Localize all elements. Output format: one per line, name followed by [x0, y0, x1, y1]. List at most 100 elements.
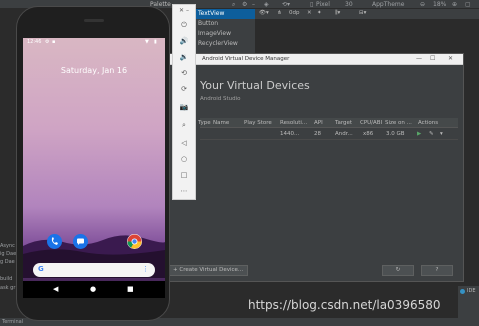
infer-constraints-icon[interactable]: ✦ — [317, 10, 322, 16]
refresh-icon: ↻ — [395, 267, 401, 273]
search-icon[interactable]: ⌕ — [232, 1, 235, 9]
log-line-5: ask gr — [0, 285, 16, 291]
col-resolution[interactable]: Resoluti... — [280, 120, 307, 126]
palette-item-textview[interactable]: TextView — [195, 9, 255, 19]
avd-device-table: Type Name Play Store Resoluti... API Tar… — [198, 118, 458, 146]
col-actions[interactable]: Actions — [418, 120, 438, 126]
window-close-icon[interactable]: ✕ — [448, 55, 453, 62]
log-line-1: Async — [0, 243, 15, 249]
info-icon — [460, 289, 465, 294]
create-virtual-device-button[interactable]: + Create Virtual Device... — [168, 265, 249, 276]
cell-cpu: x86 — [363, 131, 374, 137]
col-target[interactable]: Target — [335, 120, 352, 126]
pack-icon[interactable]: ⫼▾ — [335, 10, 340, 17]
help-button[interactable]: ? — [421, 265, 453, 276]
volume-down-icon[interactable]: 🔉 — [173, 53, 195, 61]
magnet-icon[interactable]: ⋔ — [277, 10, 282, 16]
palette-item-imageview[interactable]: ImageView — [195, 29, 255, 39]
zoom-icon[interactable]: ⌕ — [173, 121, 195, 130]
rotate-right-icon[interactable]: ⟳ — [173, 85, 195, 93]
col-name[interactable]: Name — [213, 120, 229, 126]
nav-back-button[interactable]: ◀ — [53, 285, 58, 293]
sim-status-icon: ▪ — [52, 39, 56, 45]
device-selector[interactable]: Pixel — [316, 1, 330, 8]
cell-size: 3.0 GB — [386, 131, 405, 137]
orientation-icon[interactable]: ⟲▾ — [282, 1, 290, 8]
back-icon[interactable]: ◁ — [173, 139, 195, 147]
avd-title-bar: Android Virtual Device Manager — ☐ ✕ — [166, 54, 463, 65]
messages-app-icon[interactable] — [73, 234, 88, 249]
zoom-in-icon[interactable]: ⊕ — [452, 1, 457, 8]
api-selector[interactable]: 30 — [345, 1, 353, 8]
align-icon[interactable]: ⊟▾ — [359, 10, 366, 16]
device-icon[interactable]: ▯ — [310, 1, 313, 8]
volume-up-icon[interactable]: 🔊 — [173, 37, 195, 45]
design-canvas — [255, 19, 479, 54]
zoom-level: 18% — [433, 1, 447, 8]
battery-status-icon: ▮ — [154, 39, 157, 45]
launch-icon[interactable]: ▶ — [417, 131, 421, 137]
terminal-tab[interactable]: Terminal — [2, 319, 23, 325]
overview-icon[interactable]: □ — [173, 171, 195, 179]
window-minimize-icon[interactable]: — — [416, 55, 422, 62]
avd-manager-window: Android Virtual Device Manager — ☐ ✕ You… — [165, 53, 464, 282]
log-line-4: build — [0, 276, 13, 282]
zoom-fit-icon[interactable]: ▢ — [465, 1, 471, 8]
dropdown-icon[interactable]: ▾ — [440, 131, 443, 137]
rotate-left-icon[interactable]: ⟲ — [173, 69, 195, 77]
theme-selector[interactable]: AppTheme — [372, 1, 404, 8]
col-type[interactable]: Type — [198, 120, 211, 126]
phone-app-icon[interactable] — [47, 234, 62, 249]
phone-screen[interactable]: 12:46 ⚙ ▪ ▼ ▮ Saturday, Jan 16 G ⋮ ◀ ● ■ — [23, 38, 165, 298]
cell-api: 28 — [314, 131, 321, 137]
more-icon[interactable]: ⋯ — [173, 187, 195, 195]
col-api[interactable]: API — [314, 120, 323, 126]
chrome-app-icon[interactable] — [127, 234, 142, 249]
event-log-panel: IDE — [458, 286, 479, 318]
mic-icon[interactable]: ⋮ — [142, 265, 149, 273]
home-icon[interactable]: ○ — [173, 155, 195, 163]
event-log-label[interactable]: IDE — [467, 288, 475, 294]
wifi-status-icon: ▼ — [145, 39, 149, 45]
home-date: Saturday, Jan 16 — [60, 66, 128, 75]
power-icon[interactable]: ⏻ — [173, 21, 195, 30]
log-line-3: g Dae — [0, 259, 15, 265]
edit-icon[interactable]: ✎ — [429, 131, 434, 137]
toolbar-close-icon[interactable]: ✕ – — [173, 7, 195, 14]
avd-heading: Your Virtual Devices — [200, 79, 310, 92]
zoom-out-icon[interactable]: ⊖ — [420, 1, 425, 8]
google-g-icon: G — [38, 265, 44, 273]
nav-home-button[interactable]: ● — [90, 285, 96, 293]
clear-constraints-icon[interactable]: ✕ — [307, 10, 312, 16]
margin-field[interactable]: 0dp — [289, 10, 299, 16]
minimize-icon[interactable]: – — [252, 1, 255, 8]
avd-window-title: Android Virtual Device Manager — [202, 56, 290, 62]
cell-resolution: 1440... — [280, 131, 300, 137]
layers-icon[interactable]: ◈ — [264, 1, 269, 8]
settings-status-icon: ⚙ — [45, 39, 50, 45]
layout-toolbar: 👁▾ ⋔ 0dp ✕ ✦ ⫼▾ ⊟▾ — [255, 9, 479, 19]
status-time: 12:46 — [27, 39, 42, 45]
nav-recents-button[interactable]: ■ — [127, 285, 134, 293]
palette-list: TextView Button ImageView RecyclerView — [195, 9, 255, 54]
refresh-button[interactable]: ↻ — [382, 265, 414, 276]
avd-subheading: Android Studio — [200, 96, 241, 102]
col-play-store[interactable]: Play Store — [244, 120, 272, 126]
table-row[interactable]: 1440... 28 Andr... x86 3.0 GB ▶ ✎ ▾ — [200, 128, 458, 140]
emulator-phone: 12:46 ⚙ ▪ ▼ ▮ Saturday, Jan 16 G ⋮ ◀ ● ■ — [16, 6, 170, 321]
palette-item-button[interactable]: Button — [195, 19, 255, 29]
cell-target: Andr... — [335, 131, 353, 137]
window-maximize-icon[interactable]: ☐ — [430, 55, 435, 62]
emulator-side-toolbar: ✕ – ⏻ 🔊 🔉 ⟲ ⟳ 📷 ⌕ ◁ ○ □ ⋯ — [172, 4, 196, 200]
camera-icon[interactable]: 📷 — [173, 103, 195, 111]
col-size[interactable]: Size on ... — [385, 120, 412, 126]
settings-icon[interactable]: ⚙ — [242, 1, 247, 8]
eye-icon[interactable]: 👁▾ — [259, 10, 269, 16]
google-search-bar[interactable]: G ⋮ — [33, 263, 155, 277]
status-bar: 12:46 ⚙ ▪ ▼ ▮ — [23, 38, 165, 47]
table-header: Type Name Play Store Resoluti... API Tar… — [198, 118, 458, 128]
watermark-text: https://blog.csdn.net/la0396580 — [248, 298, 441, 312]
palette-item-recyclerview[interactable]: RecyclerView — [195, 39, 255, 49]
log-line-2: ig Dae — [0, 251, 17, 257]
col-cpu[interactable]: CPU/ABI — [360, 120, 382, 126]
